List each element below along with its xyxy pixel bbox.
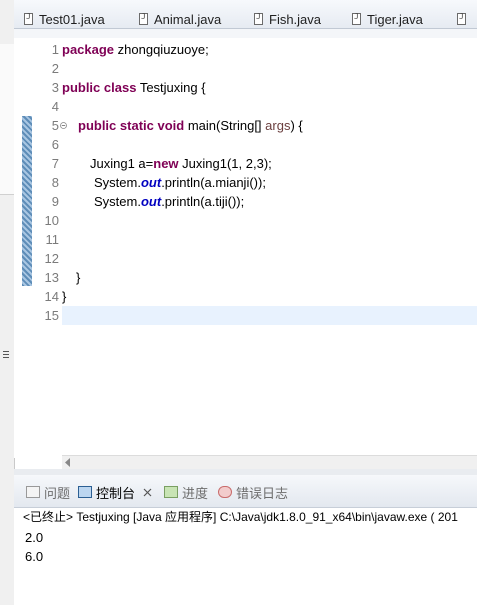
code-line-13: }: [76, 270, 81, 285]
code-line-8: System.out.println(a.mianji());: [94, 175, 266, 190]
line-number: 15: [44, 308, 59, 323]
line-number: 5: [51, 118, 59, 133]
console-output-line: 6.0: [25, 549, 44, 564]
tab-error-log[interactable]: 错误日志: [218, 483, 288, 501]
line-number: 13: [44, 270, 59, 285]
console-output-line: 2.0: [25, 530, 44, 545]
code-editor[interactable]: 1 2 3 4 5 6 7 8 9 10 11 12 13 14 15 pack…: [14, 38, 477, 458]
bottom-panel-tabs: 问题 控制台 进度 错误日志: [14, 475, 477, 508]
code-line-5: public static void main(String[] args) {: [78, 118, 303, 133]
code-line-3: public class Testjuxing {: [62, 80, 206, 95]
java-file-icon: [254, 12, 263, 25]
console-status-line: <已终止> Testjuxing [Java 应用程序] C:\Java\jdk…: [14, 508, 477, 526]
tab-console[interactable]: 控制台: [78, 483, 152, 501]
line-number: 10: [44, 213, 59, 228]
line-number: 2: [51, 61, 59, 76]
java-file-icon: [457, 12, 466, 25]
line-number: 9: [51, 194, 59, 209]
line-number: 3: [51, 80, 59, 95]
java-file-icon: [352, 12, 361, 25]
line-number: 7: [51, 156, 59, 171]
horizontal-scrollbar[interactable]: [62, 455, 477, 470]
close-icon[interactable]: [143, 488, 152, 497]
code-line-9: System.out.println(a.tiji());: [94, 194, 245, 209]
left-panel-area: [0, 44, 14, 195]
tab-error-log-label: 错误日志: [236, 485, 289, 501]
tab-problems[interactable]: 问题: [26, 483, 70, 501]
collapse-handle-icon[interactable]: [2, 350, 10, 360]
console-output[interactable]: 2.0 6.0: [14, 526, 477, 605]
line-number: 12: [44, 251, 59, 266]
console-icon: [78, 486, 92, 498]
code-line-14: }: [62, 289, 67, 304]
tab-label: Test01.java: [39, 11, 105, 27]
tab-overflow[interactable]: [457, 9, 472, 29]
line-number: 8: [51, 175, 59, 190]
line-number-gutter: 1 2 3 4 5 6 7 8 9 10 11 12 13 14 15: [33, 38, 67, 458]
tab-animal[interactable]: Animal.java: [139, 9, 221, 29]
left-panel-strip: [0, 0, 15, 605]
tab-problems-label: 问题: [44, 485, 71, 501]
java-file-icon: [24, 12, 33, 25]
tab-label: Tiger.java: [367, 11, 423, 27]
tab-test01[interactable]: Test01.java: [24, 9, 105, 29]
scroll-left-icon[interactable]: [65, 458, 71, 467]
java-file-icon: [139, 12, 148, 25]
progress-icon: [164, 486, 178, 498]
code-area[interactable]: package zhongqiuzuoye; public class Test…: [62, 38, 477, 458]
line-number: 4: [51, 99, 59, 114]
tab-tiger[interactable]: Tiger.java: [352, 9, 423, 29]
tab-console-label: 控制台: [96, 485, 136, 501]
tab-progress[interactable]: 进度: [164, 483, 208, 501]
tab-progress-label: 进度: [182, 485, 209, 501]
code-line-7: Juxing1 a=new Juxing1(1, 2,3);: [90, 156, 272, 171]
tab-label: Animal.java: [154, 11, 222, 27]
error-log-icon: [218, 486, 232, 498]
line-number: 1: [51, 42, 59, 57]
tab-label: Fish.java: [269, 11, 322, 27]
editor-tab-bar: Test01.java Animal.java Fish.java Tiger.…: [14, 0, 477, 39]
line-number: 14: [44, 289, 59, 304]
line-number: 11: [45, 232, 60, 247]
line-number: 6: [51, 137, 59, 152]
tab-fish[interactable]: Fish.java: [254, 9, 321, 29]
problems-icon: [26, 486, 40, 498]
code-line-1: package zhongqiuzuoye;: [62, 42, 209, 57]
